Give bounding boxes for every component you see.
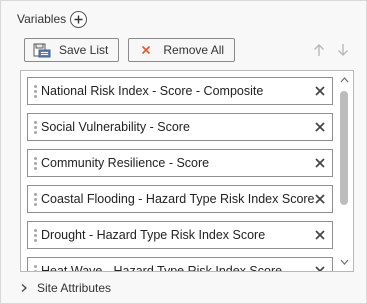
list-item-label: Social Vulnerability - Score	[41, 120, 190, 134]
remove-item-icon[interactable]	[314, 121, 326, 133]
site-attributes-section[interactable]: Site Attributes	[20, 279, 111, 297]
list-item-label: Coastal Flooding - Hazard Type Risk Inde…	[41, 192, 315, 206]
scroll-down-icon[interactable]	[340, 258, 349, 266]
remove-all-label: Remove All	[163, 43, 225, 57]
list-item-label: Community Resilience - Score	[41, 156, 210, 170]
plus-icon	[74, 15, 83, 23]
remove-item-icon[interactable]	[314, 265, 326, 272]
remove-item-icon[interactable]	[314, 193, 326, 205]
site-attributes-label: Site Attributes	[37, 281, 112, 295]
variables-list: National Risk Index - Score - Composite …	[20, 70, 354, 272]
move-down-icon[interactable]	[336, 42, 350, 58]
close-icon	[137, 42, 155, 58]
save-list-button[interactable]: Save List	[24, 38, 120, 62]
remove-item-icon[interactable]	[314, 157, 326, 169]
variables-title: Variables	[17, 12, 67, 26]
list-item[interactable]: Social Vulnerability - Score	[27, 113, 333, 141]
chevron-right-icon	[20, 283, 30, 293]
drag-handle-icon[interactable]	[28, 258, 42, 271]
save-list-icon	[33, 42, 51, 58]
variables-toolbar: Save List Remove All	[24, 38, 350, 62]
list-item[interactable]: Heat Wave - Hazard Type Risk Index Score	[27, 257, 333, 272]
reorder-controls	[312, 42, 350, 58]
scrollbar-thumb[interactable]	[340, 91, 348, 205]
variables-header: Variables	[17, 10, 88, 28]
scroll-up-icon[interactable]	[340, 76, 349, 84]
move-up-icon[interactable]	[312, 42, 326, 58]
drag-handle-icon[interactable]	[28, 150, 42, 176]
add-variable-button[interactable]	[70, 10, 88, 28]
remove-item-icon[interactable]	[314, 229, 326, 241]
variables-list-content: National Risk Index - Score - Composite …	[27, 77, 333, 272]
list-item-label: National Risk Index - Score - Composite	[41, 84, 264, 98]
remove-item-icon[interactable]	[314, 85, 326, 97]
drag-handle-icon[interactable]	[28, 186, 42, 212]
list-item-label: Drought - Hazard Type Risk Index Score	[41, 228, 266, 242]
drag-handle-icon[interactable]	[28, 114, 42, 140]
remove-all-button[interactable]: Remove All	[128, 38, 236, 62]
list-item[interactable]: Drought - Hazard Type Risk Index Score	[27, 221, 333, 249]
list-scrollbar[interactable]	[336, 71, 353, 271]
list-item[interactable]: Community Resilience - Score	[27, 149, 333, 177]
drag-handle-icon[interactable]	[28, 78, 42, 104]
list-item-label: Heat Wave - Hazard Type Risk Index Score	[41, 264, 283, 272]
drag-handle-icon[interactable]	[28, 222, 42, 248]
list-item[interactable]: National Risk Index - Score - Composite	[27, 77, 333, 105]
list-item[interactable]: Coastal Flooding - Hazard Type Risk Inde…	[27, 185, 333, 213]
save-list-label: Save List	[59, 43, 109, 57]
variables-panel: Variables Save List Remove All National …	[0, 0, 367, 304]
